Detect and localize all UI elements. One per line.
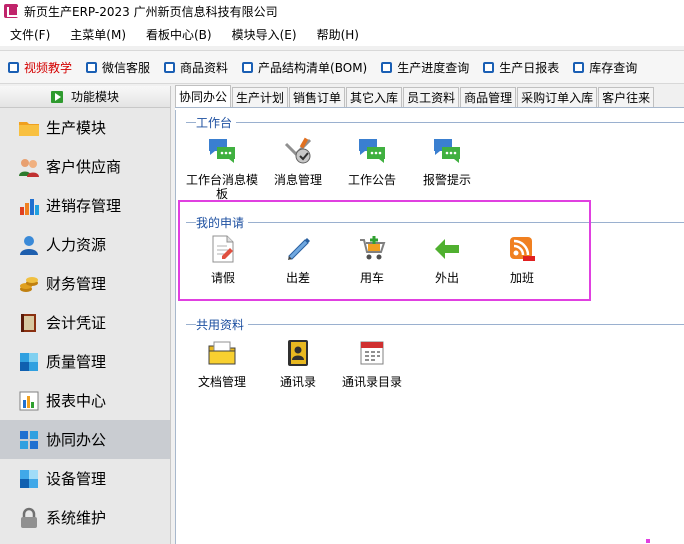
tab-production-plan[interactable]: 生产计划 — [232, 87, 289, 107]
checkbox-icon — [381, 61, 393, 73]
calendar-icon — [360, 341, 384, 365]
menu-main[interactable]: 主菜单(M) — [70, 26, 126, 43]
sidebar: 功能模块 生产模块 客户供应商 进销存管理 人力资源 财务管理 会计凭证 质量管… — [0, 86, 171, 544]
bar-chart-icon — [20, 198, 39, 215]
lock-icon — [21, 507, 37, 528]
tab-strip: 协同办公 生产计划 销售订单 其它入库 员工资料 商品管理 采购订单入库 客户往… — [175, 85, 684, 108]
tab-collaboration[interactable]: 协同办公 — [175, 85, 232, 107]
video-tutorial-button[interactable]: 视频教学 — [8, 59, 72, 76]
sidebar-item-equipment[interactable]: 设备管理 — [0, 459, 170, 498]
menu-help[interactable]: 帮助(H) — [317, 26, 359, 43]
tab-product-management[interactable]: 商品管理 — [460, 87, 517, 107]
tab-content: 工作台 工作台消息模板 消息管理 工作公告 报警提示 我的申请 请假 出差 用车… — [175, 110, 684, 544]
menu-bar: 文件(F) 主菜单(M) 看板中心(B) 模块导入(E) 帮助(H) — [0, 22, 684, 46]
checkbox-icon — [8, 61, 19, 73]
document-management-button[interactable]: 文档管理 — [186, 338, 258, 389]
chat-icon — [209, 139, 235, 163]
sidebar-item-production[interactable]: 生产模块 — [0, 108, 170, 147]
sidebar-item-hr[interactable]: 人力资源 — [0, 225, 170, 264]
sidebar-item-collaboration[interactable]: 协同办公 — [0, 420, 170, 459]
wechat-service-button[interactable]: 微信客服 — [86, 59, 150, 76]
menu-module-import[interactable]: 模块导入(E) — [232, 26, 297, 43]
folder-documents-icon — [208, 341, 236, 365]
tab-purchase-inbound[interactable]: 采购订单入库 — [517, 87, 598, 107]
sidebar-item-quality[interactable]: 质量管理 — [0, 342, 170, 381]
coins-icon — [20, 276, 38, 292]
app-logo-icon — [4, 4, 19, 18]
message-management-button[interactable]: 消息管理 — [262, 136, 334, 187]
sidebar-item-accounting[interactable]: 会计凭证 — [0, 303, 170, 342]
menu-file[interactable]: 文件(F) — [10, 26, 50, 43]
users-icon — [19, 158, 39, 177]
sidebar-item-customer-supplier[interactable]: 客户供应商 — [0, 147, 170, 186]
main-panel: 协同办公 生产计划 销售订单 其它入库 员工资料 商品管理 采购订单入库 客户往… — [175, 85, 684, 544]
report-icon — [19, 391, 39, 410]
contacts-button[interactable]: 通讯录 — [262, 338, 334, 389]
menu-board[interactable]: 看板中心(B) — [146, 26, 212, 43]
stock-query-button[interactable]: 库存查询 — [573, 59, 637, 76]
daily-report-button[interactable]: 生产日报表 — [483, 59, 559, 76]
group-title: 工作台 — [196, 114, 237, 131]
checkbox-icon — [164, 61, 176, 73]
highlight-box — [178, 200, 591, 301]
message-template-button[interactable]: 工作台消息模板 — [186, 136, 258, 201]
toolbar: 视频教学 微信客服 商品资料 产品结构清单(BOM) 生产进度查询 生产日报表 … — [0, 50, 684, 84]
tab-customer-accounts[interactable]: 客户往来 — [598, 87, 655, 107]
title-bar: 新页生产ERP-2023 广州新页信息科技有限公司 — [0, 0, 684, 22]
highlight-marker — [646, 539, 650, 543]
checkbox-icon — [573, 61, 585, 73]
work-announcement-button[interactable]: 工作公告 — [336, 136, 408, 187]
tab-employee-info[interactable]: 员工资料 — [403, 87, 460, 107]
checkbox-icon — [86, 61, 98, 73]
person-icon — [20, 235, 38, 255]
contacts-directory-button[interactable]: 通讯录目录 — [336, 338, 408, 389]
tab-other-inbound[interactable]: 其它入库 — [346, 87, 403, 107]
product-info-button[interactable]: 商品资料 — [164, 59, 228, 76]
announcement-icon — [359, 139, 385, 163]
sidebar-item-inventory[interactable]: 进销存管理 — [0, 186, 170, 225]
grid-icon — [20, 430, 38, 449]
book-icon — [21, 313, 36, 332]
window-title: 新页生产ERP-2023 广州新页信息科技有限公司 — [24, 4, 278, 19]
alert-chat-icon — [434, 139, 460, 163]
production-progress-button[interactable]: 生产进度查询 — [381, 59, 469, 76]
group-title: 共用资料 — [196, 316, 249, 333]
folder-icon — [19, 121, 39, 136]
bom-button[interactable]: 产品结构清单(BOM) — [242, 59, 367, 76]
message-manage-icon — [284, 137, 312, 164]
sidebar-item-finance[interactable]: 财务管理 — [0, 264, 170, 303]
tab-sales-order[interactable]: 销售订单 — [289, 87, 346, 107]
checkbox-icon — [483, 61, 495, 73]
quality-icon — [20, 352, 38, 371]
alert-button[interactable]: 报警提示 — [411, 136, 483, 187]
checkbox-icon — [242, 61, 254, 73]
sidebar-item-system[interactable]: 系统维护 — [0, 498, 170, 537]
sidebar-header: 功能模块 — [0, 86, 170, 108]
play-icon — [50, 90, 63, 103]
sidebar-item-reports[interactable]: 报表中心 — [0, 381, 170, 420]
address-book-icon — [288, 340, 308, 366]
device-icon — [20, 469, 38, 488]
